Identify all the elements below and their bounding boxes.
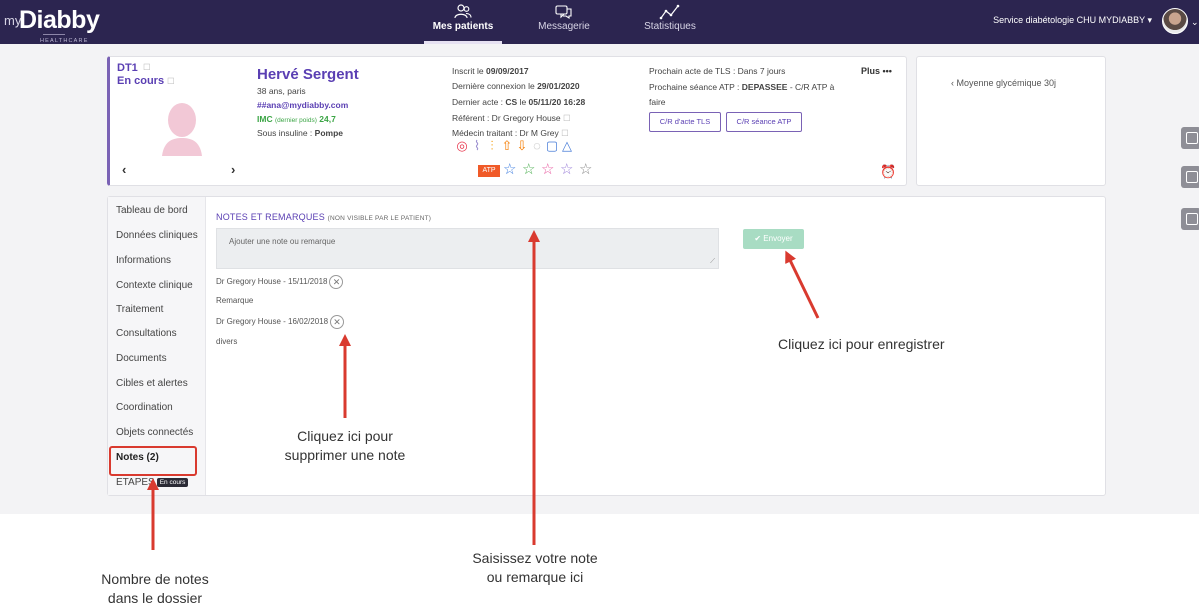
annotation-register: Cliquez ici pour enregistrer [778,336,945,352]
annotation-delete-line2: supprimer une note [284,447,406,463]
annotation-input-line1: Saisissez votre note [472,550,598,566]
annotation-count-line1: Nombre de notes [101,571,209,587]
annotation-count-line2: dans le dossier [107,590,203,606]
annotation-delete-line1: Cliquez ici pour [297,428,393,444]
annotation-arrows [147,230,820,550]
annotation-input-line2: ou remarque ici [486,569,584,585]
